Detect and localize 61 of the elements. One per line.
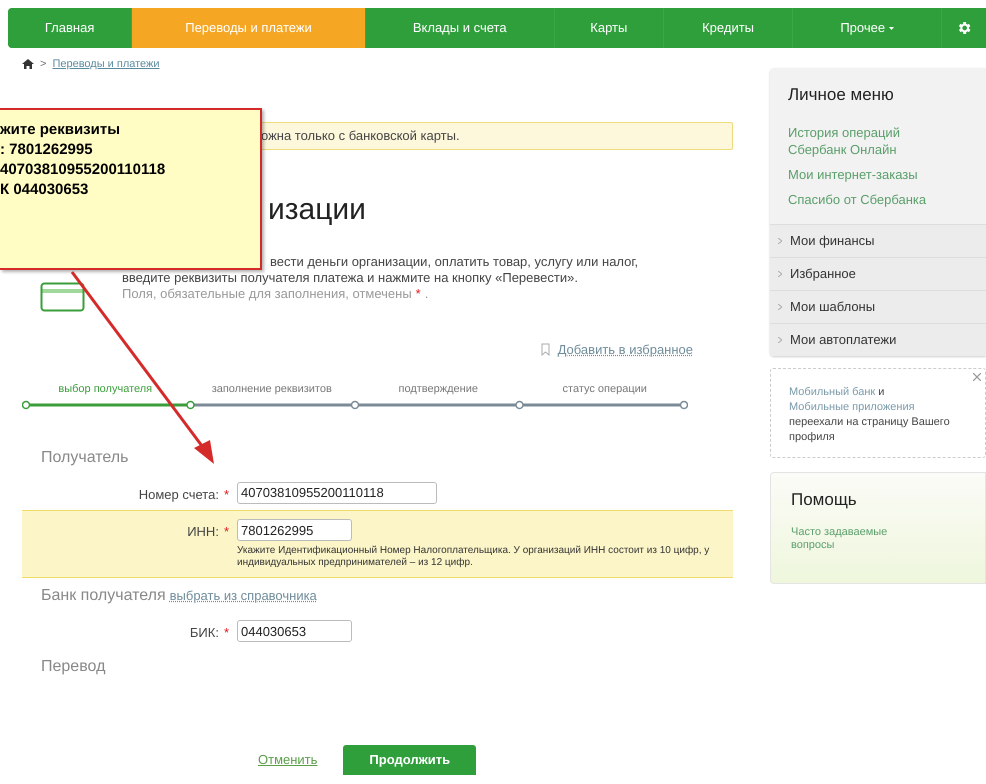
nav-tab[interactable]: Переводы и платежи xyxy=(132,8,366,48)
panel-title: Личное меню xyxy=(788,84,895,106)
field-label: Номер счета: xyxy=(138,486,219,504)
panel-title: Помощь xyxy=(791,488,858,510)
settings-icon xyxy=(956,20,972,36)
mobile-bank-link[interactable]: Мобильный банк xyxy=(789,386,876,398)
field-label: ИНН: xyxy=(187,523,219,541)
collapsible-menu-item[interactable]: Избранное xyxy=(770,256,986,290)
nav-tab[interactable]: Главная xyxy=(8,8,132,48)
step-label: выбор получателя xyxy=(57,382,154,397)
menu-link[interactable]: Спасибо от Сбербанка xyxy=(788,190,948,208)
continue-button[interactable]: Продолжить xyxy=(343,744,476,774)
nav-tab[interactable]: Карты xyxy=(554,8,664,48)
section-heading: Перевод xyxy=(41,656,106,676)
field-hint: Укажите Идентификационный Номер Налогоплательщика. У организаций ИНН состоит из 10 цифр, у индивидуальных предпринимателей – из 12 цифр. xyxy=(237,545,710,569)
breadcrumb-link[interactable]: Переводы и платежи xyxy=(52,56,160,72)
required-fields-note: Поля, обязательные для заполнения, отмечены xyxy=(122,286,412,302)
bookmark-icon xyxy=(540,342,550,356)
collapsible-menu-item[interactable]: Мои шаблоны xyxy=(770,290,986,322)
required-mark: * xyxy=(224,624,229,642)
add-to-favorites-link[interactable]: Добавить в избранное xyxy=(558,340,693,359)
menu-item-label: Избранное xyxy=(790,264,856,283)
required-mark: * xyxy=(224,523,229,541)
chevron-icon xyxy=(778,304,782,310)
section-heading: Получатель xyxy=(41,448,128,468)
text-field[interactable]: 044030653 xyxy=(237,620,352,642)
callout-text: 40703810955200110118 xyxy=(0,160,166,180)
close-icon xyxy=(973,372,981,380)
field-label: БИК: xyxy=(190,624,219,642)
step-label: заполнение реквизитов xyxy=(210,382,333,397)
home-icon[interactable] xyxy=(22,59,34,70)
text-field[interactable]: 7801262995 xyxy=(237,519,352,541)
menu-item-label: Мои шаблоны xyxy=(790,298,876,316)
step-label: статус операции xyxy=(562,382,648,397)
chevron-icon xyxy=(778,270,782,276)
menu-item-label: Мои автоплатежи xyxy=(790,330,896,349)
callout-text: К 044030653 xyxy=(0,180,90,200)
step-label: подтверждение xyxy=(398,382,479,397)
menu-link[interactable]: История операций Сбербанк Онлайн xyxy=(788,124,948,158)
message-text: Мобильный банк и Мобильные приложения переехали на страницу Вашего профиля xyxy=(789,384,951,444)
card-icon xyxy=(40,282,85,312)
chevron-icon xyxy=(778,238,782,244)
cancel-link[interactable]: Отменить xyxy=(258,750,318,770)
required-mark: * xyxy=(224,486,229,504)
page-title: изации xyxy=(268,192,367,228)
close-button[interactable] xyxy=(971,370,983,382)
required-mark: * xyxy=(416,286,421,302)
intro-text: вести деньги организации, оплатить товар, услугу или налог, xyxy=(270,254,638,270)
directory-link[interactable]: выбрать из справочника xyxy=(170,586,317,606)
menu-link[interactable]: Мои интернет-заказы xyxy=(788,166,948,182)
intro-text: введите реквизиты получателя платежа и нажмите на кнопку «Перевести». xyxy=(122,270,579,286)
mobile-apps-link[interactable]: Мобильные приложения xyxy=(789,400,915,412)
menu-item-label: Мои финансы xyxy=(790,232,874,250)
collapsible-menu-item[interactable]: Мои автоплатежи xyxy=(770,322,986,356)
collapsible-menu-item[interactable]: Мои финансы xyxy=(770,224,986,256)
section-heading: Банк получателя xyxy=(41,586,166,606)
faq-link[interactable]: Часто задаваемые вопросы xyxy=(791,526,901,552)
note-period: . xyxy=(424,286,428,302)
chevron-icon xyxy=(778,336,782,342)
text-field[interactable]: 40703810955200110118 xyxy=(237,482,437,504)
breadcrumb-separator: > xyxy=(40,57,46,72)
